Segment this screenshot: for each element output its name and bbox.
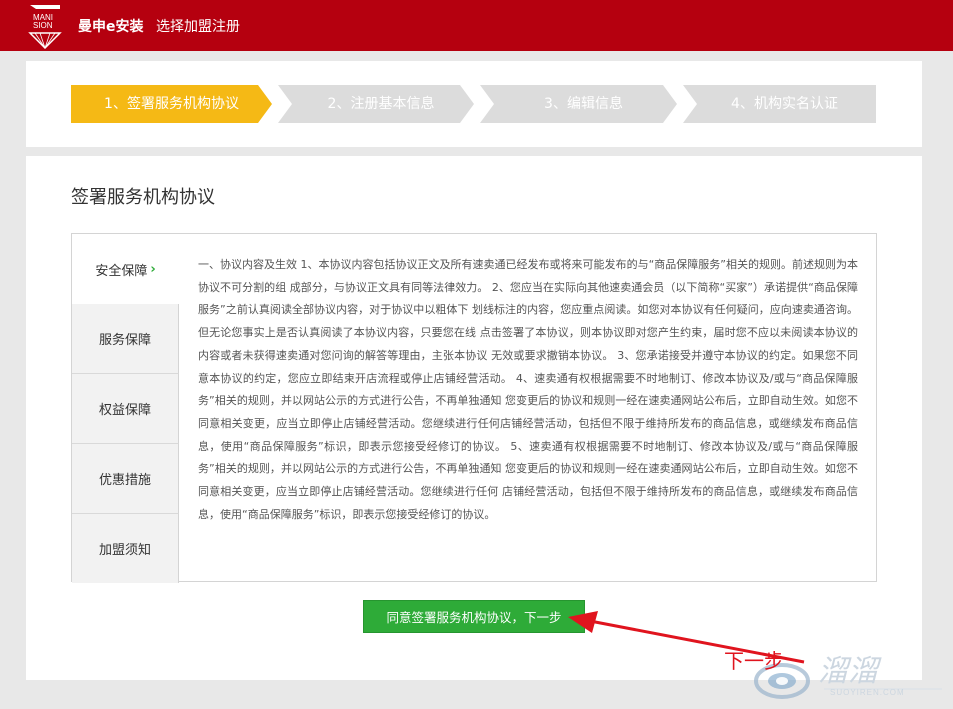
main-panel: 签署服务机构协议 安全保障 › 服务保障 权益保障 优惠措施 加盟须知 一、协议… <box>26 156 922 680</box>
annotation-next-step: 下一步 <box>724 649 784 673</box>
tab-discounts[interactable]: 优惠措施 <box>72 444 179 514</box>
step-3: 3、编辑信息 <box>544 96 623 112</box>
agreement-box: 安全保障 › 服务保障 权益保障 优惠措施 加盟须知 一、协议内容及生效 1、本… <box>71 233 877 583</box>
brand-name[interactable]: 曼申e安装 <box>78 16 144 36</box>
page-title: 签署服务机构协议 <box>71 187 215 208</box>
steps-panel: 1、签署服务机构协议 2、注册基本信息 3、编辑信息 4、机构实名认证 <box>26 61 922 147</box>
page-subtitle: 选择加盟注册 <box>156 19 240 35</box>
step-4: 4、机构实名认证 <box>731 96 838 112</box>
watermark-text: 溜溜 <box>818 655 878 688</box>
logo-text-line-2: SION <box>33 21 53 30</box>
tab-label: 权益保障 <box>98 403 151 418</box>
tab-label: 优惠措施 <box>98 473 151 488</box>
tab-rights[interactable]: 权益保障 <box>72 374 179 444</box>
tab-security[interactable]: 安全保障 › <box>72 234 179 304</box>
tab-label: 加盟须知 <box>98 543 151 558</box>
agree-next-button[interactable]: 同意签署服务机构协议，下一步 <box>363 600 585 633</box>
tab-service[interactable]: 服务保障 <box>72 304 179 374</box>
tab-label: 安全保障 <box>95 263 148 279</box>
tab-join-notice[interactable]: 加盟须知 <box>72 514 179 583</box>
chevron-right-icon: › <box>150 261 156 277</box>
watermark-url: SUOYIREN.COM <box>830 688 905 697</box>
top-bar: MANI SION 曼申e安装 选择加盟注册 <box>0 0 953 51</box>
logo-text: MANI SION <box>33 14 53 30</box>
tab-label: 服务保障 <box>98 333 151 348</box>
step-1: 1、签署服务机构协议 <box>104 96 239 112</box>
agreement-text: 一、协议内容及生效 1、本协议内容包括协议正文及所有速卖通已经发布或将来可能发布… <box>198 258 858 521</box>
step-2: 2、注册基本信息 <box>327 96 435 112</box>
